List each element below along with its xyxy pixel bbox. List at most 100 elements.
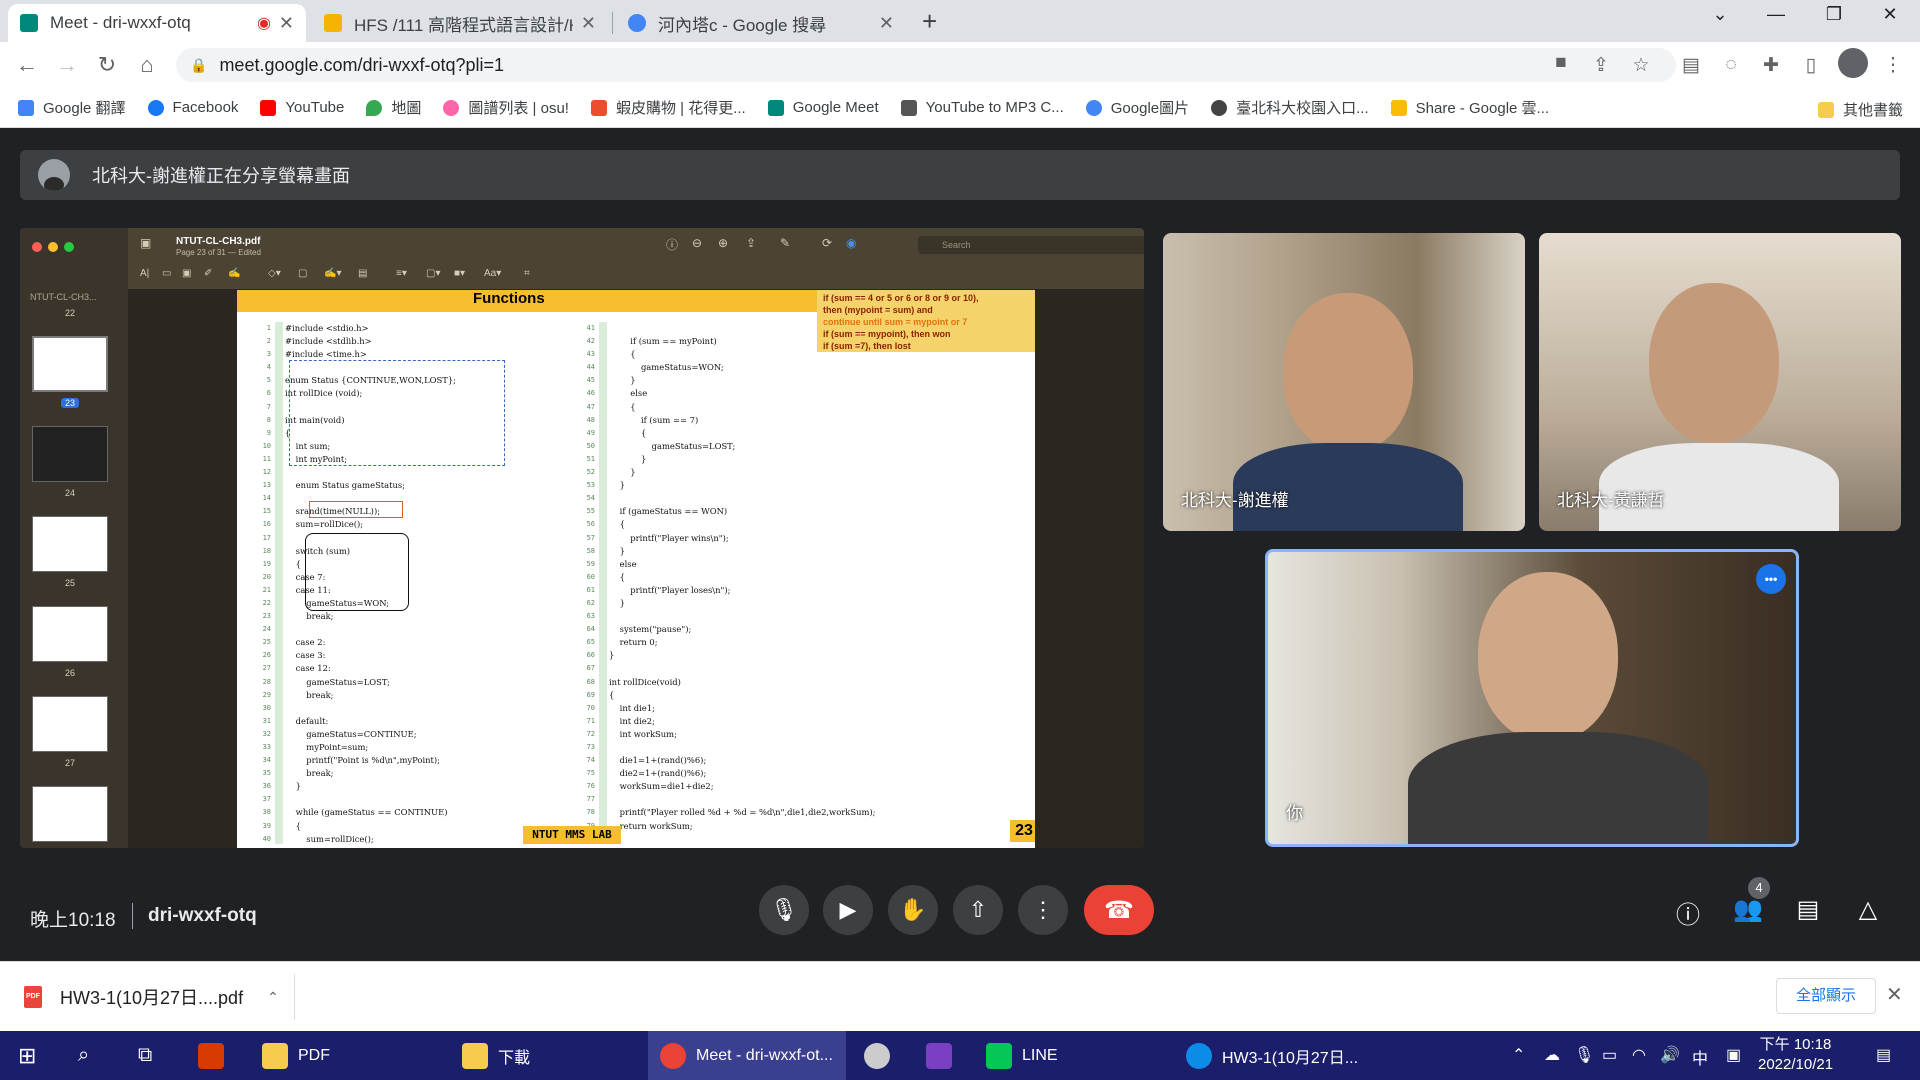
preview-search-field[interactable]: Search [918, 236, 1144, 254]
extension-icon[interactable]: ▤ [1678, 54, 1704, 77]
participant-tile[interactable]: 北科大-黃謙哲 [1539, 233, 1901, 531]
rotate-icon[interactable]: ⟳ [822, 236, 832, 250]
line-style-icon[interactable]: ≡▾ [396, 268, 407, 279]
zoom-out-icon[interactable]: ⊖ [692, 236, 702, 250]
taskbar-item-edge[interactable]: HW3-1(10月27日... [1186, 1031, 1358, 1080]
tab-search-icon[interactable]: ⌄ [1692, 4, 1748, 25]
share-icon[interactable]: ⇪ [1588, 54, 1614, 77]
slide-thumbnail[interactable] [32, 696, 108, 752]
activities-button[interactable]: △ [1850, 895, 1886, 931]
profile-avatar[interactable] [1838, 48, 1868, 78]
taskbar-item-chrome[interactable]: Meet - dri-wxxf-ot... [648, 1031, 846, 1080]
new-tab-button[interactable]: + [922, 6, 937, 37]
camera-indicator-icon[interactable]: ■ [1548, 52, 1574, 74]
bookmark-google-meet[interactable]: Google Meet [767, 99, 879, 116]
leave-call-button[interactable]: ☎ [1084, 885, 1154, 935]
selection-rectangle[interactable] [289, 360, 505, 466]
maximize-button[interactable]: ❐ [1806, 4, 1862, 25]
share-icon[interactable]: ⇪ [746, 236, 756, 250]
home-icon[interactable]: ⌂ [132, 52, 162, 78]
people-button[interactable]: 👥 [1730, 895, 1766, 931]
menu-kebab-icon[interactable]: ⋮ [1880, 54, 1906, 77]
close-tab-icon[interactable]: ✕ [879, 13, 894, 34]
taskbar-item-line[interactable]: LINE [986, 1031, 1058, 1080]
bookmark-facebook[interactable]: Facebook [147, 99, 238, 116]
crop-icon[interactable]: ⌗ [524, 268, 530, 279]
search-icon[interactable]: ⌕ [78, 1031, 89, 1080]
ime-mode-icon[interactable]: ▣ [1726, 1045, 1741, 1065]
rectangle-tool-icon[interactable]: ▣ [182, 268, 191, 279]
slide-thumbnail[interactable] [32, 786, 108, 842]
tab-meet[interactable]: Meet - dri-wxxf-otq ◉ ✕ [8, 4, 306, 42]
mic-tray-icon[interactable]: 🎙 [1574, 1045, 1594, 1065]
slide-thumbnail[interactable] [32, 516, 108, 572]
microphone-button[interactable]: 🎙 [759, 885, 809, 935]
info-icon[interactable]: ⓘ [666, 236, 678, 253]
address-bar[interactable]: 🔒 meet.google.com/dri-wxxf-otq?pli=1 [176, 48, 1676, 82]
bookmark-maps[interactable]: 地圖 [366, 97, 421, 118]
bookmark-youtube-mp3[interactable]: YouTube to MP3 C... [900, 99, 1064, 116]
back-icon[interactable]: ← [12, 52, 42, 78]
bookmark-ntut-portal[interactable]: 臺北科大校園入口... [1211, 97, 1369, 118]
minimize-button[interactable]: — [1748, 4, 1804, 25]
chat-button[interactable]: ▤ [1790, 895, 1826, 931]
text-tool-icon[interactable]: A| [140, 268, 149, 279]
text-style-icon[interactable]: Aa▾ [484, 268, 501, 279]
select-tool-icon[interactable]: ▭ [162, 268, 171, 279]
slide-thumbnail[interactable] [32, 336, 108, 392]
system-clock[interactable]: 下午 10:18 2022/10/21 [1758, 1035, 1833, 1075]
taskbar-item-pdf[interactable]: PDF [262, 1031, 330, 1080]
tray-chevron-icon[interactable]: ⌃ [1512, 1045, 1525, 1065]
notification-icon[interactable]: ▤ [1876, 1045, 1891, 1065]
self-view-tile[interactable]: ••• 你 [1265, 549, 1799, 847]
close-tab-icon[interactable]: ✕ [581, 13, 596, 34]
bookmark-osu[interactable]: 圖譜列表 | osu! [443, 97, 569, 118]
border-color-icon[interactable]: ▢▾ [426, 268, 440, 279]
bookmark-google-drive[interactable]: Share - Google 雲... [1390, 97, 1549, 118]
extensions-puzzle-icon[interactable]: ✚ [1758, 54, 1784, 77]
taskbar-office[interactable] [198, 1031, 234, 1080]
participant-tile[interactable]: 北科大-謝進權 [1163, 233, 1525, 531]
more-options-button[interactable]: ⋮ [1018, 885, 1068, 935]
battery-icon[interactable]: ▭ [1602, 1045, 1617, 1065]
download-item[interactable]: PDF HW3-1(10月27日....pdf ⌃ [24, 984, 279, 1010]
ime-indicator[interactable]: 中 [1692, 1045, 1708, 1069]
draw-tool-icon[interactable]: ✍ [228, 268, 240, 279]
meeting-details-button[interactable]: ⓘ [1670, 895, 1706, 931]
sketch-tool-icon[interactable]: ✐ [204, 268, 212, 279]
fill-color-icon[interactable]: ■▾ [454, 268, 465, 279]
close-download-bar-icon[interactable]: ✕ [1886, 982, 1903, 1007]
close-window-button[interactable]: ✕ [1862, 4, 1918, 25]
markup-pen-icon[interactable]: ✎ [780, 236, 790, 250]
slide-thumbnail[interactable] [32, 426, 108, 482]
reload-icon[interactable]: ↻ [92, 52, 122, 78]
markup-icon[interactable]: ◉ [846, 236, 856, 250]
bookmark-google-translate[interactable]: Google 翻譯 [18, 97, 126, 118]
bookmark-star-icon[interactable]: ☆ [1628, 54, 1654, 77]
textbox-tool-icon[interactable]: ▢ [298, 268, 307, 279]
tab-google-search[interactable]: 河內塔c - Google 搜尋 ✕ [616, 4, 906, 42]
tab-hfs[interactable]: HFS /111 高階程式語言設計/Hom ✕ [312, 4, 608, 42]
taskbar-visual-studio[interactable] [926, 1031, 962, 1080]
taskbar-item-downloads[interactable]: 下載 [462, 1031, 530, 1080]
zoom-in-icon[interactable]: ⊕ [718, 236, 728, 250]
slide-thumbnail[interactable] [32, 606, 108, 662]
bookmark-shopee[interactable]: 蝦皮購物 | 花得更... [590, 97, 746, 118]
more-options-icon[interactable]: ••• [1756, 564, 1786, 594]
raise-hand-button[interactable]: ✋ [888, 885, 938, 935]
show-all-button[interactable]: 全部顯示 [1776, 978, 1876, 1014]
bookmark-youtube[interactable]: YouTube [260, 99, 344, 116]
shapes-tool-icon[interactable]: ◇▾ [268, 268, 281, 279]
onedrive-icon[interactable]: ☁ [1544, 1045, 1560, 1065]
bookmark-google-images[interactable]: Google圖片 [1085, 97, 1189, 118]
taskbar-app[interactable] [864, 1031, 900, 1080]
other-bookmarks[interactable]: 其他書籤 [1818, 99, 1903, 120]
wifi-icon[interactable]: ◠ [1632, 1045, 1646, 1065]
volume-icon[interactable]: 🔊 [1660, 1045, 1680, 1065]
task-view-icon[interactable]: ⧉ [138, 1031, 152, 1080]
forward-icon[interactable]: → [52, 52, 82, 78]
windows-start-icon[interactable]: ⊞ [18, 1031, 36, 1080]
present-button[interactable]: ⇧ [953, 885, 1003, 935]
close-tab-icon[interactable]: ✕ [279, 13, 294, 34]
sign-tool-icon[interactable]: ✍▾ [324, 268, 341, 279]
